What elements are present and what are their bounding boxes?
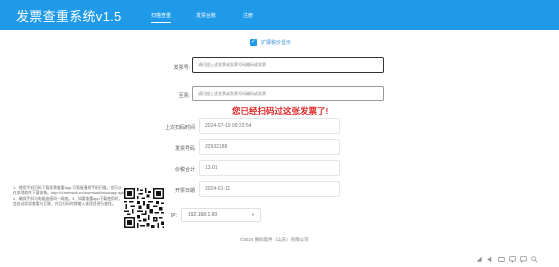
title-bar: 发票查重系统v1.5 扫描查重 发票台账 注册 xyxy=(0,0,559,30)
network-icon[interactable] xyxy=(474,254,484,264)
tax-shown-option[interactable]: ✓ 扩展税价显示 xyxy=(250,39,291,46)
invoice-no-label: 发票号: xyxy=(173,65,190,71)
tab-register[interactable]: 注册 xyxy=(243,12,253,19)
keyboard-icon[interactable] xyxy=(496,254,506,264)
footer-copyright: ©2024 易码软件（山东）有限公司 xyxy=(240,237,309,242)
ip-label: IP: xyxy=(170,213,177,219)
download-instructions: 1、使用手机扫码下载发票查重App,可直接通常手机扫描，也可以在本地软件下载安装… xyxy=(13,186,125,207)
message-icon[interactable] xyxy=(518,254,528,264)
last-scan-time-label: 上次扫码时间 xyxy=(164,125,195,131)
tab-invoice-ledger[interactable]: 发票台账 xyxy=(196,12,216,19)
invoice-no-input[interactable]: 请扫描上述发票或发票号码编码或发票 xyxy=(192,57,384,73)
invoice-number-label: 发票号码 xyxy=(174,146,195,152)
system-tray xyxy=(474,254,540,264)
duplicate-alert: 您已经扫码过这张发票了! xyxy=(232,106,329,116)
invoice-no-placeholder: 请扫描上述发票或发票号码编码或发票 xyxy=(198,62,266,67)
total-amount-label: 价税合计 xyxy=(174,167,195,173)
last-scan-time-value: 2024-07-19 09:23:54 xyxy=(199,118,340,134)
app-download-qr-code xyxy=(124,188,164,228)
ip-value: 192.168.1.60 xyxy=(188,212,218,218)
remark-label: 互票: xyxy=(178,93,190,99)
tax-shown-checkbox[interactable]: ✓ xyxy=(250,39,257,46)
tax-shown-label: 扩展税价显示 xyxy=(261,40,292,46)
chevron-down-icon: ▼ xyxy=(251,212,255,217)
ip-select[interactable]: 192.168.1.60 ▼ xyxy=(181,208,261,222)
invoice-number-value: 22932188 xyxy=(199,139,340,155)
remark-placeholder: 请扫描上述发票或发票号码编码或发票 xyxy=(198,90,266,96)
app-title: 发票查重系统v1.5 xyxy=(16,9,122,24)
tab-scan-check[interactable]: 扫描查重 xyxy=(151,12,172,23)
search-icon[interactable] xyxy=(529,254,539,264)
remark-input[interactable]: 请扫描上述发票或发票号码编码或发票 xyxy=(192,86,384,101)
total-amount-value: 13.01 xyxy=(199,160,340,176)
sound-icon[interactable] xyxy=(485,254,495,264)
issue-date-value: 2024-01-11 xyxy=(199,181,340,197)
display-icon[interactable] xyxy=(507,254,517,264)
